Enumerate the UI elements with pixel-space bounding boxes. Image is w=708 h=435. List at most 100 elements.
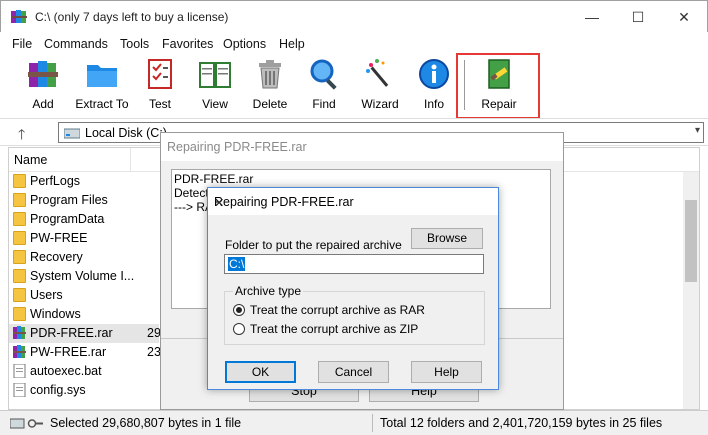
file-icon [13, 382, 26, 398]
menu-file[interactable]: File [12, 37, 32, 51]
folder-icon [13, 174, 26, 188]
scrollbar-thumb[interactable] [685, 200, 697, 282]
info-button[interactable]: Info [414, 57, 454, 115]
list-item[interactable]: Program Files [9, 191, 159, 210]
folder-icon [13, 307, 26, 321]
repair-progress-title: Repairing PDR-FREE.rar [167, 140, 307, 154]
minimize-button[interactable]: — [569, 1, 615, 33]
file-name: config.sys [30, 383, 86, 397]
folder-icon [13, 193, 26, 207]
radio-zip-label[interactable]: Treat the corrupt archive as ZIP [250, 322, 418, 336]
maximize-button[interactable]: ☐ [615, 1, 661, 33]
wand-icon [363, 57, 397, 91]
archive-books-icon [26, 57, 60, 91]
drive-icon [64, 128, 80, 139]
column-name[interactable]: Name [14, 153, 47, 167]
archive-type-legend: Archive type [233, 284, 304, 298]
file-name: System Volume I... [30, 269, 135, 283]
folder-label: Folder to put the repaired archive [225, 238, 402, 252]
file-name: autoexec.bat [30, 364, 102, 378]
menu-help[interactable]: Help [279, 37, 305, 51]
menu-favorites[interactable]: Favorites [162, 37, 213, 51]
list-item[interactable]: PW-FREE.rar 23 [9, 343, 161, 362]
view-label: View [202, 97, 228, 111]
delete-label: Delete [252, 97, 288, 111]
info-icon [417, 57, 451, 91]
dialog-titlebar: Repairing PDR-FREE.rar ✕ [208, 188, 498, 215]
repair-options-dialog: Repairing PDR-FREE.rar ✕ Folder to put t… [207, 187, 499, 390]
close-icon[interactable]: ✕ [214, 195, 492, 210]
test-label: Test [148, 97, 171, 111]
vertical-scrollbar[interactable] [683, 172, 699, 409]
file-name: Program Files [30, 193, 108, 207]
repair-progress-titlebar: Repairing PDR-FREE.rar [161, 133, 563, 161]
menu-commands[interactable]: Commands [44, 37, 108, 51]
menu-options[interactable]: Options [223, 37, 266, 51]
status-bar: Selected 29,680,807 bytes in 1 file Tota… [0, 410, 708, 435]
file-name: Windows [30, 307, 81, 321]
list-item[interactable]: PDR-FREE.rar 29 [9, 324, 161, 343]
browse-button[interactable]: Browse [411, 228, 483, 249]
find-button[interactable]: Find [304, 57, 344, 115]
wizard-button[interactable]: Wizard [358, 57, 402, 115]
find-label: Find [312, 97, 336, 111]
rar-archive-icon [13, 326, 26, 340]
wizard-label: Wizard [361, 97, 399, 111]
radio-rar-label[interactable]: Treat the corrupt archive as RAR [250, 303, 425, 317]
archive-type-group: Archive type Treat the corrupt archive a… [224, 284, 485, 345]
checklist-icon [143, 57, 177, 91]
view-button[interactable]: View [193, 57, 237, 115]
column-divider[interactable] [130, 148, 131, 172]
add-button[interactable]: Add [22, 57, 64, 115]
rar-archive-icon [13, 345, 26, 359]
close-window-button[interactable]: ✕ [661, 1, 707, 33]
cancel-button[interactable]: Cancel [318, 361, 389, 383]
chevron-down-icon[interactable]: ▾ [695, 125, 700, 136]
ok-button[interactable]: OK [225, 361, 296, 383]
file-name: PW-FREE [30, 231, 88, 245]
file-name: ProgramData [30, 212, 105, 226]
winrar-app-icon[interactable] [11, 10, 27, 24]
file-name: Users [30, 288, 63, 302]
list-item[interactable]: Users [9, 286, 159, 305]
list-item[interactable]: System Volume I... [9, 267, 159, 286]
test-button[interactable]: Test [140, 57, 180, 115]
file-size: 23 [147, 345, 161, 359]
up-arrow-icon[interactable]: 🡑 [18, 124, 25, 148]
menu-bar: File Commands Tools Favorites Options He… [0, 33, 708, 55]
folder-icon [13, 250, 26, 264]
magnifier-icon [307, 57, 341, 91]
list-item[interactable]: ProgramData [9, 210, 159, 229]
log-line: PDR-FREE.rar [174, 172, 254, 186]
title-bar: C:\ (only 7 days left to buy a license) … [0, 0, 708, 32]
extract-to-label: Extract To [75, 97, 129, 111]
repair-highlight-box [456, 53, 540, 119]
folder-icon [85, 57, 119, 91]
help-button[interactable]: Help [411, 361, 482, 383]
destination-folder-input[interactable]: C:\ [224, 254, 484, 274]
toolbar: Add Extract To Test View Delete Find Wiz… [0, 55, 708, 117]
radio-rar[interactable] [233, 304, 245, 316]
file-name: PDR-FREE.rar [30, 326, 113, 340]
list-item[interactable]: Recovery [9, 248, 159, 267]
file-name: PerfLogs [30, 174, 81, 188]
list-item[interactable]: autoexec.bat [9, 362, 159, 381]
window-title: C:\ (only 7 days left to buy a license) [35, 10, 229, 24]
status-divider [372, 414, 373, 432]
extract-to-button[interactable]: Extract To [72, 57, 132, 115]
delete-button[interactable]: Delete [248, 57, 292, 115]
folder-icon [13, 288, 26, 302]
file-name: PW-FREE.rar [30, 345, 107, 359]
add-label: Add [32, 97, 54, 111]
list-item[interactable]: PW-FREE [9, 229, 159, 248]
list-item[interactable]: Windows [9, 305, 159, 324]
menu-tools[interactable]: Tools [120, 37, 149, 51]
drive-key-icon[interactable] [10, 417, 44, 430]
status-total: Total 12 folders and 2,401,720,159 bytes… [380, 416, 663, 430]
list-item[interactable]: config.sys [9, 381, 159, 400]
radio-zip[interactable] [233, 323, 245, 335]
file-size: 29 [147, 326, 161, 340]
open-book-icon [198, 57, 232, 91]
file-name: Recovery [30, 250, 83, 264]
list-item[interactable]: PerfLogs [9, 172, 159, 191]
